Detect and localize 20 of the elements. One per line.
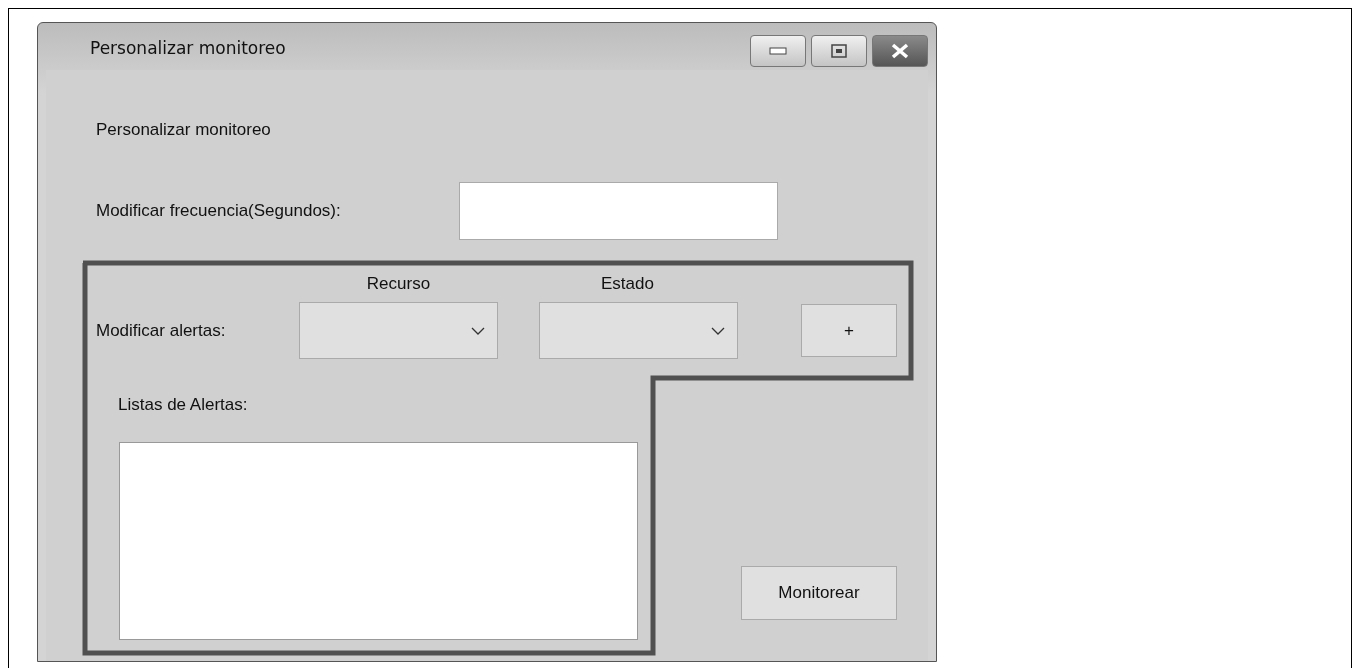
- close-button[interactable]: [872, 35, 928, 67]
- alert-list-label: Listas de Alertas:: [118, 395, 249, 415]
- frequency-input[interactable]: [459, 182, 778, 240]
- section-heading: Personalizar monitoreo: [96, 120, 271, 140]
- add-button[interactable]: +: [801, 304, 897, 357]
- frequency-label: Modificar frecuencia(Segundos):: [96, 201, 342, 221]
- monitor-button[interactable]: Monitorear: [741, 566, 897, 620]
- column-label: Estado: [600, 274, 655, 294]
- minimize-icon: [769, 47, 787, 55]
- dropdown[interactable]: [299, 302, 498, 359]
- close-icon: [890, 43, 910, 59]
- chevron-icon: [711, 326, 725, 335]
- chevron-icon: [471, 326, 485, 335]
- dropdown[interactable]: [539, 302, 738, 359]
- maximize-icon: [831, 44, 847, 58]
- column-label: Recurso: [365, 274, 432, 294]
- maximize-button[interactable]: [811, 35, 867, 67]
- window-title: Personalizar monitoreo: [90, 38, 286, 58]
- alerts-label: Modificar alertas:: [96, 320, 227, 341]
- minimize-button[interactable]: [750, 35, 806, 67]
